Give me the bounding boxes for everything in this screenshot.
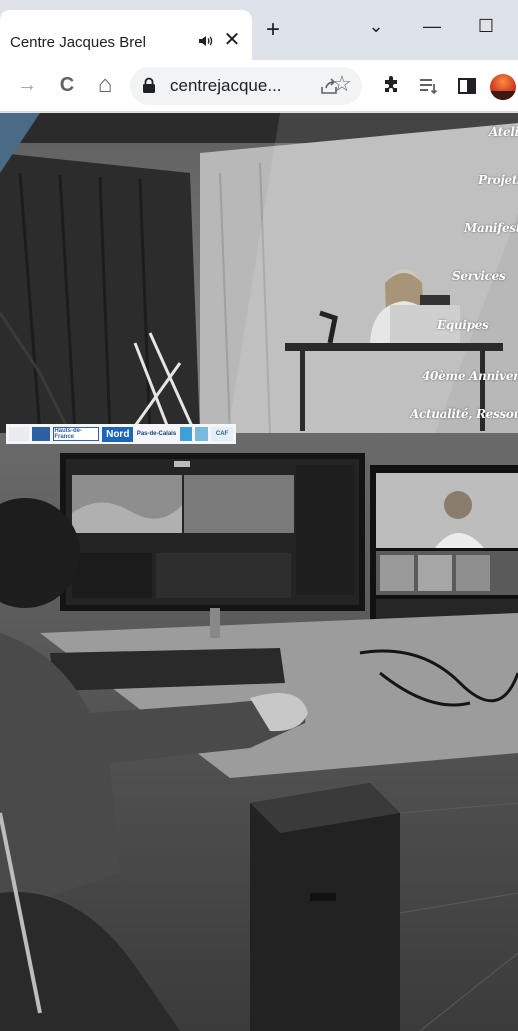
logo-ministry [9,427,30,441]
page-viewport: Atelier Projets Manifestatio Services Eq… [0,113,518,1031]
nav-item-actualite-ressources-inscriptions[interactable]: Actualité, Ressources, Inscriptions [410,407,518,421]
new-tab-button[interactable]: + [262,18,284,42]
side-panel-icon[interactable] [456,75,478,97]
forward-button[interactable]: → [14,72,40,98]
site-navigation: Atelier Projets Manifestatio Services Eq… [0,113,518,433]
logo-hauts-de-france: Hauts-de-France [53,427,100,441]
logo-region [179,427,193,441]
extensions-icon[interactable] [380,74,404,98]
browser-tab[interactable]: Centre Jacques Brel ✕ [0,10,252,60]
tab-title: Centre Jacques Brel [10,34,146,51]
profile-avatar[interactable] [490,74,516,100]
browser-toolbar: → C ⌂ centrejacque... ☆ [0,60,518,112]
nav-item-services[interactable]: Services [452,269,506,283]
nav-item-40eme-anniversaire[interactable]: 40ème Anniversaire [422,369,518,383]
nav-item-manifestations[interactable]: Manifestatio [464,221,518,235]
logo-partner: CAF [211,427,233,441]
reading-list-icon[interactable] [417,75,439,97]
maximize-button[interactable]: ☐ [472,12,500,40]
bookmark-star-icon[interactable]: ☆ [330,72,354,96]
reload-button[interactable]: C [54,72,80,98]
home-button[interactable]: ⌂ [92,72,118,98]
partner-logos: Hauts-de-France Nord Pas-de-Calais CAF [6,424,236,444]
nav-item-projets[interactable]: Projets [478,173,518,187]
logo-caf [32,427,51,441]
speaker-icon[interactable] [197,32,215,50]
tab-strip: Centre Jacques Brel ✕ + ⌄ — ☐ [0,0,518,60]
minimize-button[interactable]: — [418,12,446,40]
nav-item-atelier[interactable]: Atelier [489,125,518,139]
close-tab-icon[interactable]: ✕ [222,30,242,50]
nav-item-equipes[interactable]: Equipes [437,318,489,332]
url-text: centrejacque... [170,76,282,95]
lock-icon[interactable] [142,77,156,93]
tab-search-icon[interactable]: ⌄ [362,12,390,40]
logo-pas-de-calais: Pas-de-Calais [136,431,177,437]
logo-commune [195,427,209,441]
logo-nord: Nord [102,426,134,442]
address-bar[interactable]: centrejacque... [130,67,362,105]
